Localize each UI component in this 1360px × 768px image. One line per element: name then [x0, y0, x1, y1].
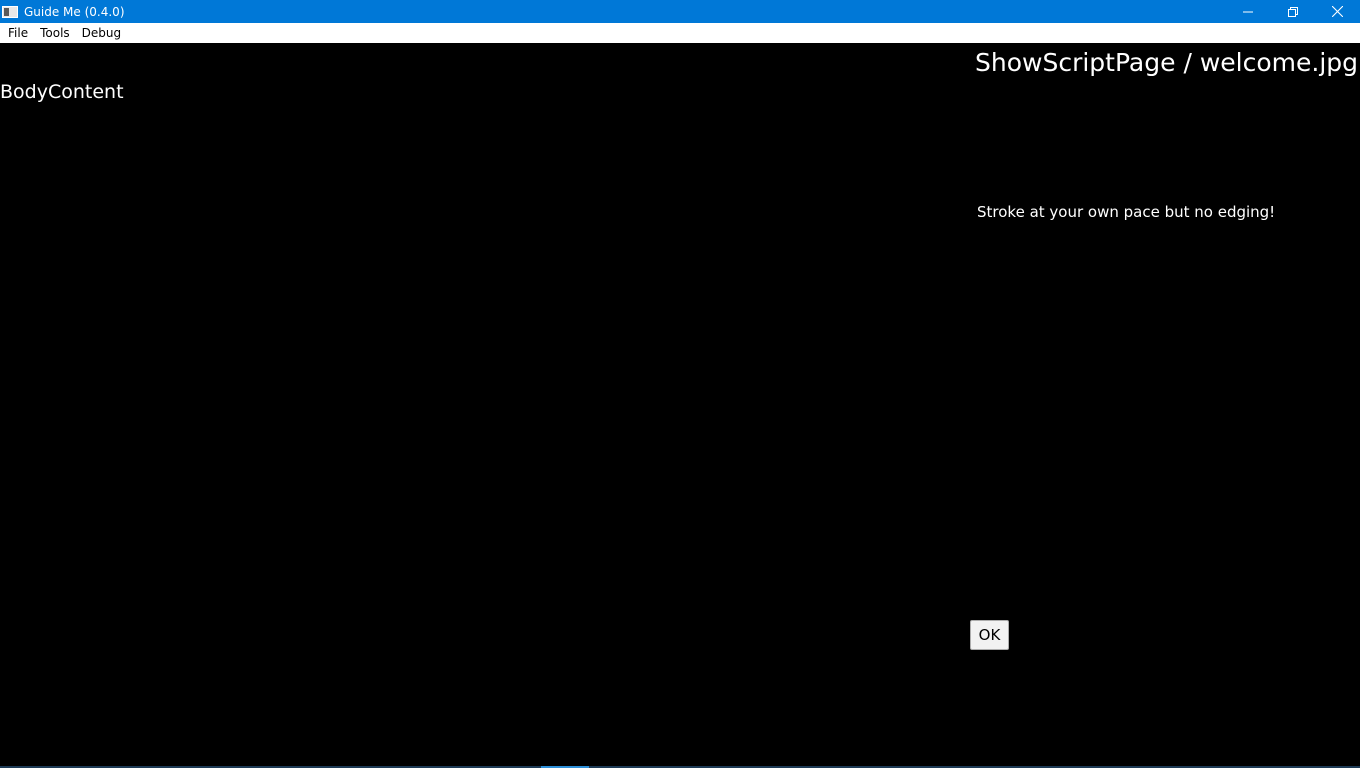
close-button[interactable] [1315, 0, 1360, 23]
window-title: Guide Me (0.4.0) [24, 4, 125, 19]
menu-item-file[interactable]: File [2, 23, 34, 43]
app-icon [2, 5, 18, 18]
page-header: ShowScriptPage / welcome.jpg [975, 48, 1358, 77]
page-message: Stroke at your own pace but no edging! [977, 203, 1276, 221]
restore-icon [1287, 6, 1298, 17]
ok-button[interactable]: OK [970, 620, 1009, 650]
menu-item-tools[interactable]: Tools [34, 23, 76, 43]
menu-item-debug[interactable]: Debug [76, 23, 127, 43]
close-icon [1332, 6, 1343, 17]
title-bar[interactable]: Guide Me (0.4.0) [0, 0, 1360, 23]
menu-bar: File Tools Debug [0, 23, 1360, 43]
minimize-button[interactable] [1225, 0, 1270, 23]
minimize-icon [1242, 11, 1253, 12]
body-content-label: BodyContent [0, 81, 124, 103]
script-page-content: ShowScriptPage / welcome.jpg BodyContent… [0, 43, 1360, 766]
restore-button[interactable] [1270, 0, 1315, 23]
window-controls [1225, 0, 1360, 23]
